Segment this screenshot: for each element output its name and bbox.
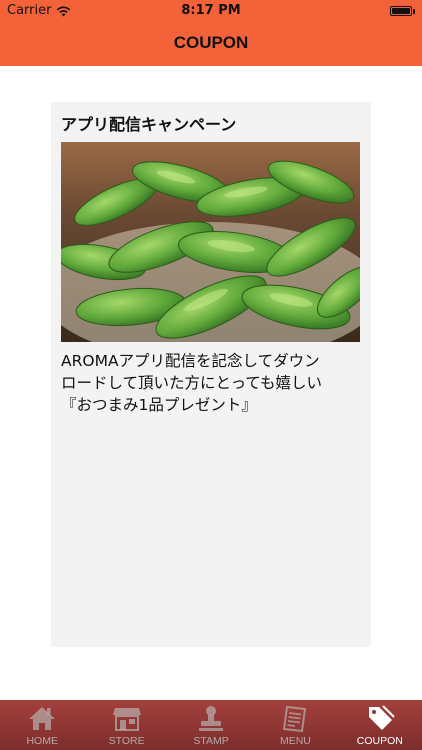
edamame-photo [61, 142, 360, 342]
menu-icon [283, 705, 307, 732]
home-icon [29, 707, 56, 730]
tab-bar: HOME STORE STAMP MENU COUPON [0, 700, 422, 750]
tab-home[interactable]: HOME [0, 700, 84, 750]
tab-store[interactable]: STORE [84, 700, 168, 750]
battery-icon [390, 6, 415, 16]
tab-label-stamp: STAMP [193, 735, 229, 747]
tab-label-store: STORE [108, 735, 145, 747]
tab-label-coupon: COUPON [356, 735, 403, 747]
tab-coupon[interactable]: COUPON [338, 700, 422, 750]
tab-label-home: HOME [26, 735, 58, 747]
coupon-title: アプリ配信キャンペーン [61, 115, 237, 134]
tag-icon [368, 705, 395, 730]
header-bar: Carrier 8:17 PM COUPON [0, 0, 422, 66]
tab-menu[interactable]: MENU [253, 700, 337, 750]
status-bar: Carrier 8:17 PM [0, 0, 422, 22]
status-time: 8:17 PM [181, 3, 241, 18]
edamame-illustration [61, 142, 360, 342]
coupon-description: AROMAアプリ配信を記念してダウン ロードして頂いた方にとっても嬉しい 『おつ… [61, 352, 323, 414]
coupon-card[interactable]: アプリ配信キャンペーン AROMAアプリ配信を記念してダウン ロードして頂いた方… [51, 102, 371, 647]
tab-stamp[interactable]: STAMP [169, 700, 253, 750]
tab-label-menu: MENU [279, 735, 311, 747]
store-icon [112, 708, 141, 731]
page-title: COUPON [173, 33, 249, 52]
stamp-icon [199, 706, 224, 731]
